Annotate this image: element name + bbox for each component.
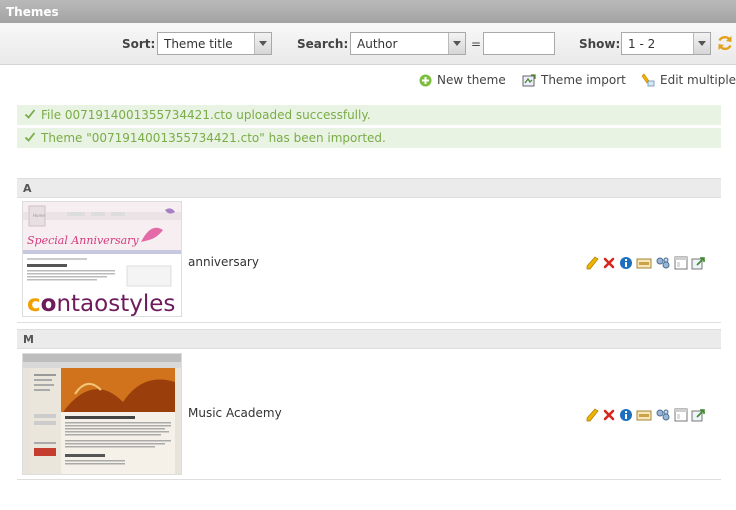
show-select[interactable]: 1 - 2: [621, 32, 711, 55]
modules-icon[interactable]: [655, 408, 671, 422]
info-icon[interactable]: [619, 408, 633, 422]
import-icon: [522, 73, 536, 86]
add-icon: [419, 74, 432, 86]
theme-operations: [585, 408, 706, 422]
edit-icon[interactable]: [585, 256, 599, 270]
css-icon[interactable]: [636, 408, 652, 422]
theme-import-label: Theme import: [541, 73, 626, 87]
search-field-value: Author: [357, 37, 398, 51]
music-academy-preview: [23, 354, 181, 474]
theme-name: anniversary: [188, 255, 259, 269]
edit-multiple-button[interactable]: Edit multiple: [641, 73, 736, 87]
group-header-a: A: [17, 178, 721, 198]
edit-icon[interactable]: [585, 408, 599, 422]
theme-row: Home Special Anniversary contaostyles an…: [17, 199, 721, 323]
anniversary-preview: Home Special Anniversary contaostyles: [23, 202, 181, 317]
css-icon[interactable]: [636, 256, 652, 270]
theme-operations: [585, 256, 706, 270]
success-message: File 0071914001355734421.cto uploaded su…: [17, 105, 721, 125]
show-select-value: 1 - 2: [628, 37, 656, 51]
chevron-down-icon: [693, 33, 710, 54]
theme-preview-image: Home Special Anniversary contaostyles: [22, 201, 182, 317]
success-message: Theme "0071914001355734421.cto" has been…: [17, 128, 721, 148]
success-message-text: Theme "0071914001355734421.cto" has been…: [41, 131, 386, 145]
delete-icon[interactable]: [602, 408, 616, 422]
modules-icon[interactable]: [655, 256, 671, 270]
chevron-down-icon: [448, 33, 465, 54]
panel-title: Themes: [0, 0, 736, 23]
search-input[interactable]: [483, 32, 555, 55]
export-icon[interactable]: [691, 408, 706, 422]
search-field-select[interactable]: Author: [350, 32, 466, 55]
reload-icon[interactable]: [716, 34, 734, 52]
search-label: Search:: [297, 37, 349, 51]
equals-sign: =: [471, 37, 482, 51]
theme-preview-image: [22, 353, 182, 475]
group-header-m: M: [17, 329, 721, 349]
export-icon[interactable]: [691, 256, 706, 270]
info-icon[interactable]: [619, 256, 633, 270]
layout-icon[interactable]: [674, 408, 688, 422]
success-message-text: File 0071914001355734421.cto uploaded su…: [41, 108, 371, 122]
edit-multiple-label: Edit multiple: [660, 73, 736, 87]
check-icon: [24, 132, 36, 142]
theme-import-button[interactable]: Theme import: [522, 73, 626, 87]
sort-select-value: Theme title: [164, 37, 233, 51]
new-theme-label: New theme: [437, 73, 506, 87]
theme-name: Music Academy: [188, 406, 282, 420]
sort-select[interactable]: Theme title: [157, 32, 272, 55]
layout-icon[interactable]: [674, 256, 688, 270]
chevron-down-icon: [254, 33, 271, 54]
new-theme-button[interactable]: New theme: [419, 73, 506, 87]
sort-label: Sort:: [122, 37, 156, 51]
delete-icon[interactable]: [602, 256, 616, 270]
edit-multiple-icon: [641, 73, 655, 87]
theme-row: Music Academy: [17, 350, 721, 480]
global-actions: New theme Theme import Edit multiple: [0, 73, 736, 91]
check-icon: [24, 109, 36, 119]
thumb-title: Special Anniversary: [27, 234, 139, 247]
svg-text:Home: Home: [33, 213, 45, 218]
thumb-logo: contaostyles: [27, 291, 175, 317]
show-label: Show:: [579, 37, 621, 51]
filter-bar: Sort: Theme title Search: Author = Show:…: [0, 23, 736, 65]
